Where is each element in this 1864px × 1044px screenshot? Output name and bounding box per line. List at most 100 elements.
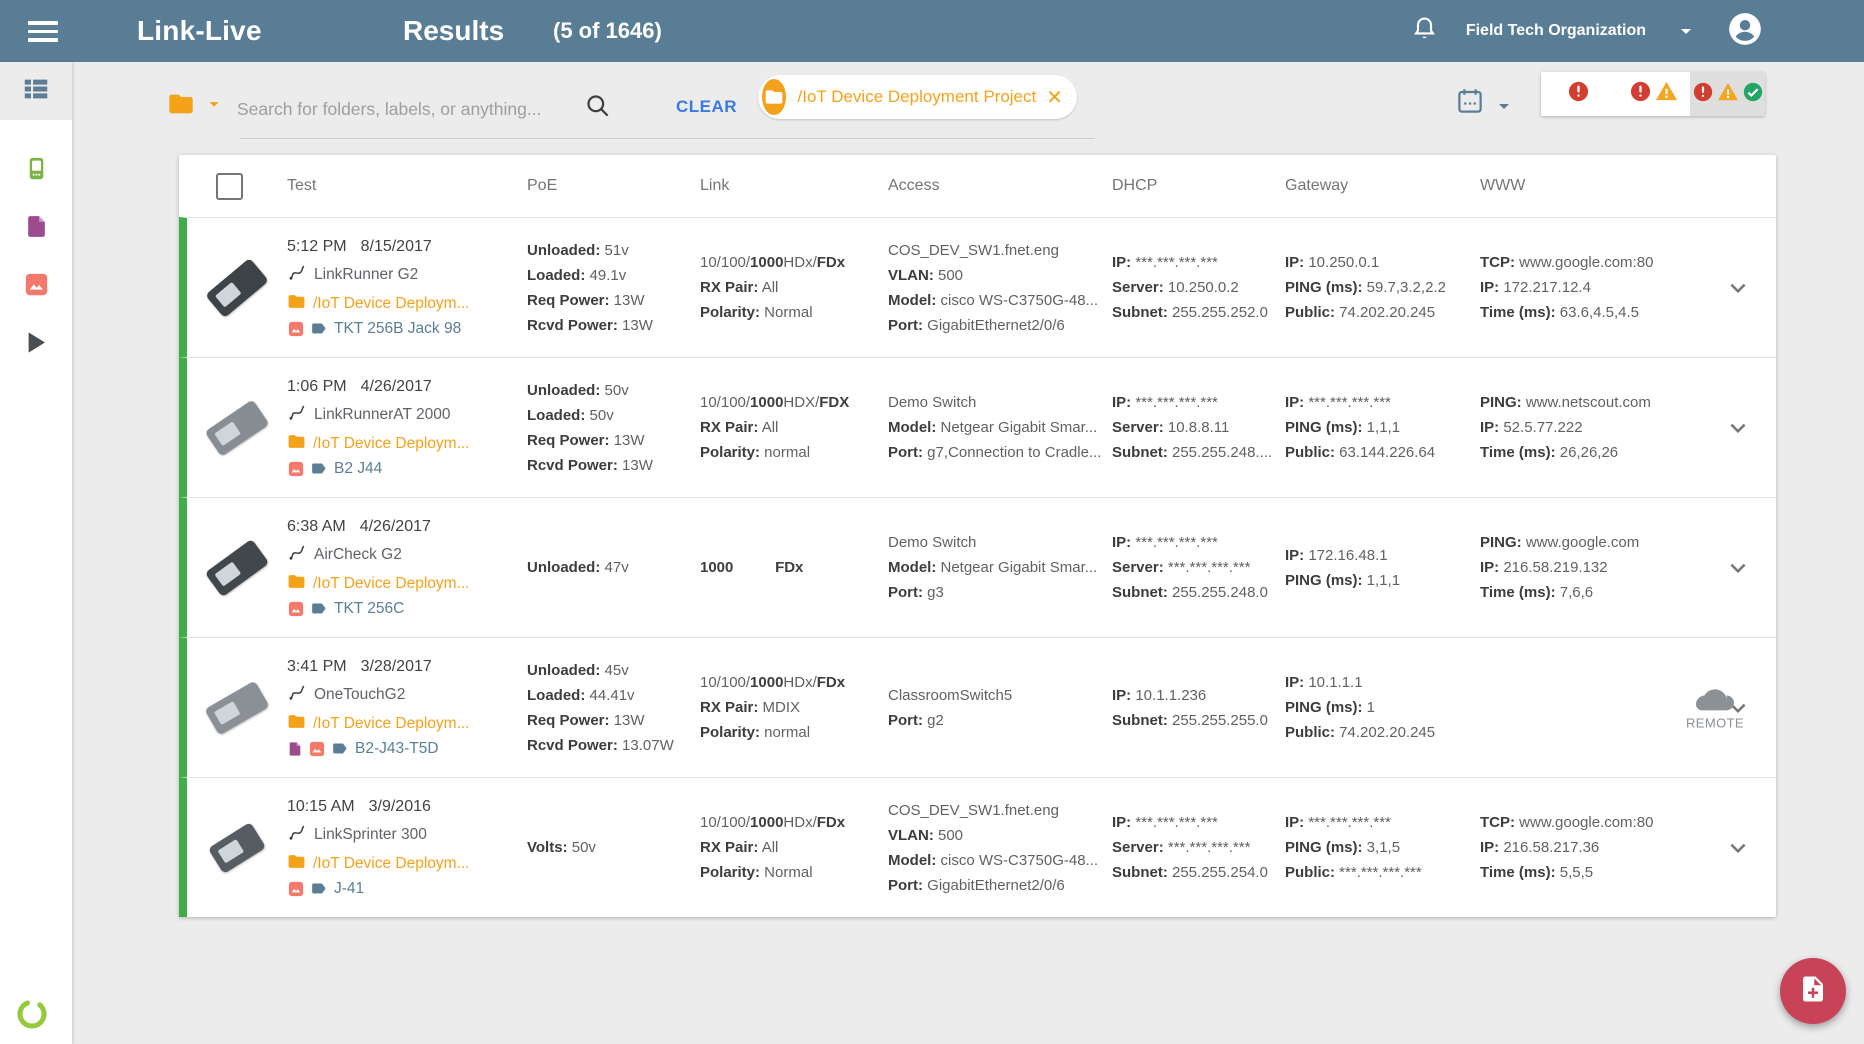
- poe-cell: Volts: 50v: [527, 839, 596, 856]
- result-label-link[interactable]: B2-J43-T5D: [287, 740, 527, 758]
- expand-row-chevron-icon[interactable]: [1723, 413, 1753, 443]
- search-input[interactable]: [235, 92, 569, 126]
- result-label-link[interactable]: J-41: [287, 880, 527, 898]
- table-row[interactable]: 10:15 AM 3/9/2016 LinkSprinter 300 /IoT D…: [179, 777, 1776, 917]
- folder-path: /IoT Device Deploym...: [313, 714, 470, 732]
- organization-selector[interactable]: Field Tech Organization: [1466, 22, 1646, 40]
- filter-all-results-button[interactable]: [1690, 72, 1765, 116]
- result-folder-link[interactable]: /IoT Device Deploym...: [287, 292, 527, 316]
- www-cell: PING: www.google.com IP: 216.58.219.132 Ti…: [1480, 534, 1640, 601]
- result-label-link[interactable]: TKT 256C: [287, 600, 527, 618]
- result-timestamp: 3:41 PM 3/28/2017: [287, 657, 432, 675]
- sidebar-item-reports[interactable]: [0, 200, 72, 258]
- device-photo: [204, 680, 270, 735]
- table-row[interactable]: 1:06 PM 4/26/2017 LinkRunnerAT 2000 /IoT …: [179, 357, 1776, 497]
- access-cell: COS_DEV_SW1.fnet.eng VLAN: 500 Model: cisc…: [888, 801, 1099, 894]
- device-name: OneTouchG2: [314, 686, 406, 703]
- folder-icon: [287, 852, 306, 876]
- result-timestamp: 5:12 PM 8/15/2017: [287, 237, 432, 255]
- tag-icon: [310, 460, 327, 477]
- sidebar-item-media[interactable]: [0, 258, 72, 316]
- link-cell: 10/100/1000HDX/FDX RX Pair: All Polarity: …: [700, 394, 850, 461]
- remove-filter-icon[interactable]: ✕: [1046, 85, 1063, 110]
- result-label-link[interactable]: TKT 256B Jack 98: [287, 320, 527, 338]
- dhcp-cell: IP: 10.1.1.236 Subnet: 255.255.255.0: [1112, 686, 1268, 729]
- result-folder-link[interactable]: /IoT Device Deploym...: [287, 852, 527, 876]
- warning-icon: [1717, 81, 1739, 108]
- notifications-bell-icon[interactable]: [1411, 15, 1438, 47]
- www-cell: REMOTE: [1480, 638, 1744, 777]
- folder-dropdown-caret-icon[interactable]: [203, 93, 225, 115]
- cable-icon: [287, 683, 307, 708]
- sidebar-item-units[interactable]: [0, 142, 72, 200]
- list-icon: [21, 74, 51, 109]
- device-name: LinkRunnerAT 2000: [314, 406, 451, 423]
- expand-row-chevron-icon[interactable]: [1723, 553, 1753, 583]
- column-header-dhcp[interactable]: DHCP: [1112, 177, 1285, 195]
- access-cell: Demo Switch Model: Netgear Gigabit Smar..…: [888, 534, 1098, 601]
- dhcp-cell: IP: ***.***.***.*** Server: 10.250.0.2 Sub…: [1112, 254, 1268, 321]
- select-all-checkbox[interactable]: [216, 172, 243, 200]
- column-header-gateway[interactable]: Gateway: [1285, 177, 1480, 195]
- search-icon[interactable]: [584, 92, 611, 124]
- table-row[interactable]: 6:38 AM 4/26/2017 AirCheck G2 /IoT Device…: [179, 497, 1776, 637]
- page-title: Results: [403, 15, 505, 46]
- folder-path: /IoT Device Deploym...: [313, 294, 470, 312]
- result-timestamp: 6:38 AM 4/26/2017: [287, 517, 431, 535]
- cable-icon: [287, 823, 307, 848]
- active-filter-chip[interactable]: /IoT Device Deployment Project ✕: [758, 75, 1077, 119]
- main-content: CLEAR /IoT Device Deployment Project ✕: [72, 62, 1864, 1044]
- filter-errors-button[interactable]: [1541, 72, 1616, 116]
- success-icon: [1742, 81, 1764, 108]
- device-photo: [205, 257, 269, 318]
- column-header-test[interactable]: Test: [287, 177, 527, 195]
- top-app-bar: Link-Live Results (5 of 1646) Field Tech…: [0, 0, 1864, 62]
- filter-chip-label: /IoT Device Deployment Project: [797, 87, 1037, 106]
- account-avatar-icon[interactable]: [1726, 10, 1764, 53]
- folder-path: /IoT Device Deploym...: [313, 574, 470, 592]
- sidebar-item-app-store[interactable]: [0, 316, 72, 374]
- date-dropdown-caret-icon[interactable]: [1492, 94, 1516, 123]
- result-label-link[interactable]: B2 J44: [287, 460, 527, 478]
- expand-row-chevron-icon[interactable]: [1723, 833, 1753, 863]
- cable-icon: [287, 543, 307, 568]
- gateway-cell: IP: 10.1.1.1 PING (ms): 1 Public: 74.202.2…: [1285, 674, 1436, 741]
- table-row[interactable]: 5:12 PM 8/15/2017 LinkRunner G2 /IoT Devi…: [179, 217, 1776, 357]
- device-name: AirCheck G2: [314, 546, 402, 563]
- column-header-access[interactable]: Access: [888, 177, 1112, 195]
- expand-row-chevron-icon[interactable]: [1723, 273, 1753, 303]
- result-folder-link[interactable]: /IoT Device Deploym...: [287, 712, 527, 736]
- folder-filter-button[interactable]: [167, 90, 225, 118]
- calendar-icon[interactable]: [1455, 86, 1485, 121]
- column-header-poe[interactable]: PoE: [527, 177, 700, 195]
- access-cell: ClassroomSwitch5 Port: g2: [888, 686, 1013, 729]
- clear-button[interactable]: CLEAR: [670, 96, 743, 118]
- result-timestamp: 10:15 AM 3/9/2016: [287, 797, 431, 815]
- sidebar-item-results[interactable]: [0, 62, 72, 120]
- image-icon: [287, 460, 305, 478]
- folder-path: /IoT Device Deploym...: [313, 434, 470, 452]
- search-toolbar: CLEAR /IoT Device Deployment Project ✕: [72, 62, 1864, 155]
- left-sidebar: [0, 62, 72, 1044]
- table-row[interactable]: 3:41 PM 3/28/2017 OneTouchG2 /IoT Device …: [179, 637, 1776, 777]
- poe-cell: Unloaded: 47v: [527, 559, 629, 576]
- device-name: LinkSprinter 300: [314, 826, 427, 843]
- table-header-row: Test PoE Link Access DHCP Gateway WWW: [179, 155, 1776, 217]
- error-icon: [1567, 80, 1590, 108]
- search-underline: [240, 138, 1095, 139]
- menu-icon[interactable]: [28, 21, 58, 47]
- column-header-link[interactable]: Link: [700, 177, 888, 195]
- link-cell: 1000 FDx: [700, 559, 804, 576]
- filter-errors-warnings-button[interactable]: [1615, 72, 1691, 116]
- netscout-logo-icon: [15, 997, 49, 1036]
- org-dropdown-caret-icon[interactable]: [1674, 19, 1698, 43]
- play-icon: [23, 329, 50, 361]
- column-header-www[interactable]: WWW: [1480, 177, 1700, 195]
- image-icon: [287, 600, 305, 618]
- access-cell: Demo Switch Model: Netgear Gigabit Smar..…: [888, 394, 1102, 461]
- result-folder-link[interactable]: /IoT Device Deploym...: [287, 432, 527, 456]
- create-report-fab[interactable]: [1780, 958, 1846, 1024]
- cloud-icon: [1695, 685, 1734, 715]
- document-icon: [24, 214, 49, 244]
- result-folder-link[interactable]: /IoT Device Deploym...: [287, 572, 527, 596]
